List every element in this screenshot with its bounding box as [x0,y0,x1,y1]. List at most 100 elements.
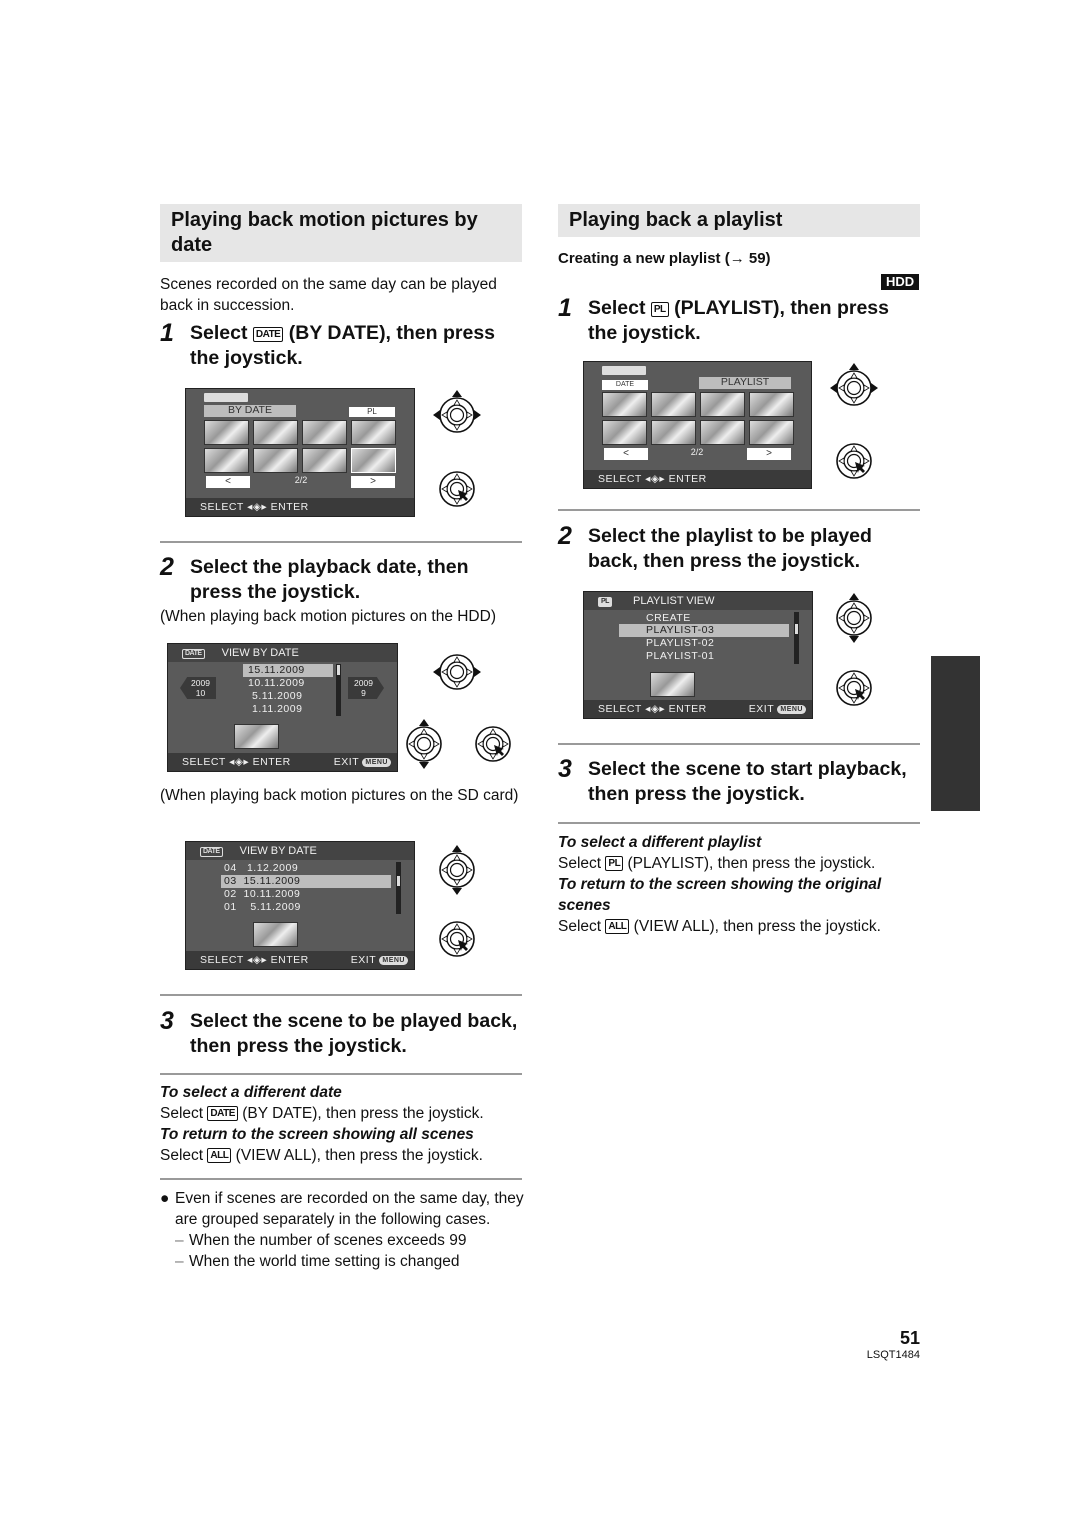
note-heading: To select a different playlist [558,834,762,851]
step-number: 2 [558,522,572,550]
step-text: Select the playlist to be played back, t… [588,525,872,572]
thumbnail[interactable] [651,420,696,445]
thumbnail[interactable] [700,392,745,417]
tab-playlist[interactable]: PLAYLIST [699,377,791,389]
divider [160,994,522,996]
view-all-icon: ALL [207,1148,232,1163]
lcd-screen-playlist-view: PL PLAYLIST VIEW CREATE PLAYLIST-03 PLAY… [583,591,813,719]
thumbnail[interactable] [204,448,249,473]
date-row[interactable]: 01 5.11.2009 [224,901,301,914]
divider [558,509,920,511]
thumbnail[interactable] [204,420,249,445]
notes-by-date: To select a different date Select DATE (… [160,1082,530,1166]
playlist-icon: PL [598,597,612,607]
thumbnail[interactable] [302,420,347,445]
mode-icons [602,366,646,375]
prev-page-button[interactable]: < [206,476,250,488]
dash-item: – When the number of scenes exceeds 99 [175,1232,467,1249]
date-row[interactable]: 04 1.12.2009 [224,862,298,875]
prev-month-button[interactable]: 2009 10 [180,677,216,699]
date-item[interactable]: 1.11.2009 [252,703,302,716]
page-indicator: 2/2 [690,447,704,457]
section-title-playlist: Playing back a playlist [558,204,920,237]
scrollbar[interactable] [396,862,401,914]
dash-item: – When the world time setting is changed [175,1253,460,1270]
joystick-press-icon [439,921,475,957]
step-text: Select [588,297,646,319]
thumbnail[interactable] [602,420,647,445]
lcd-status-bar: SELECT ◂◈▸ ENTER [584,470,811,488]
preview-thumbnail [650,672,695,697]
prev-page-button[interactable]: < [604,448,648,460]
joystick-press-icon [836,670,872,706]
playlist-item[interactable]: PLAYLIST-01 [646,650,714,663]
lcd-screen-view-by-date-hdd: DATE VIEW BY DATE 15.11.2009 10.11.2009 … [167,643,398,772]
lcd-title-bar: DATE VIEW BY DATE [186,842,414,860]
thumbnail-selected[interactable] [351,448,396,473]
date-item[interactable]: 5.11.2009 [252,690,302,703]
step-number: 3 [558,755,572,783]
intro-text: Scenes recorded on the same day can be p… [160,276,497,314]
lcd-status-bar: SELECT ◂◈▸ ENTER EXIT MENU [186,951,414,969]
lcd-status-bar: SELECT ◂◈▸ ENTER EXIT MENU [168,753,397,771]
mode-icons [204,393,248,402]
exit-button[interactable]: EXIT MENU [749,700,806,718]
tab-playlist[interactable]: PL [349,407,395,417]
date-item-selected[interactable]: 15.11.2009 [243,664,333,677]
date-icon: DATE [252,327,284,342]
divider [160,1073,522,1075]
date-icon: DATE [182,649,205,659]
next-page-button[interactable]: > [747,448,791,460]
lcd-title: PLAYLIST VIEW [633,595,715,607]
next-month-button[interactable]: 2009 9 [348,677,384,699]
playlist-icon: PL [605,856,624,871]
step-text: Select the scene to be played back, then… [190,1010,518,1057]
tab-by-date[interactable]: DATE [602,380,648,390]
joystick-up-down-icon [406,719,442,769]
thumbnail[interactable] [253,420,298,445]
divider [558,743,920,745]
joystick-left-right-up-icon [830,363,878,406]
note-text: Select DATE (BY DATE), then press the jo… [160,1105,484,1122]
note-heading: To select a different date [160,1084,342,1101]
thumbnail[interactable] [749,392,794,417]
step-number: 2 [160,553,174,581]
lcd-screen-view-by-date-sd: DATE VIEW BY DATE 04 1.12.2009 03 15.11.… [185,841,415,970]
thumbnail[interactable] [602,392,647,417]
document-code: LSQT1484 [866,1349,920,1361]
exit-button[interactable]: EXIT MENU [334,753,391,771]
next-page-button[interactable]: > [351,476,395,488]
playlist-item-selected[interactable]: PLAYLIST-03 [619,624,789,637]
lcd-title-bar: PL PLAYLIST VIEW [584,592,812,610]
thumbnail[interactable] [253,448,298,473]
joystick-up-down-icon [836,593,872,643]
lcd-title: VIEW BY DATE [221,647,299,659]
date-row-selected[interactable]: 03 15.11.2009 [221,875,391,888]
notes-playlist: To select a different playlist Select PL… [558,832,923,937]
joystick-press-icon [475,726,511,762]
playlist-item[interactable]: PLAYLIST-02 [646,637,714,650]
step-1-playlist: 1 Select PL (PLAYLIST), then press the j… [558,296,923,346]
page-indicator: 2/2 [294,475,308,485]
exit-button[interactable]: EXIT MENU [351,951,408,969]
date-item[interactable]: 10.11.2009 [248,677,305,690]
thumbnail[interactable] [651,392,696,417]
scrollbar[interactable] [336,664,341,716]
note-heading: To return to the screen showing the orig… [558,876,882,914]
note-text: Select ALL (VIEW ALL), then press the jo… [558,918,881,935]
chapter-side-tab [931,656,980,811]
thumbnail[interactable] [700,420,745,445]
scrollbar[interactable] [794,612,799,664]
lcd-screen-playlist-thumbnails: DATE PLAYLIST < 2/2 > SELECT ◂◈▸ ENTER [583,361,812,489]
bullet-icon: ● [160,1190,170,1207]
joystick-press-icon [439,471,475,507]
tab-by-date[interactable]: BY DATE [204,405,296,417]
thumbnail[interactable] [749,420,794,445]
lcd-title: VIEW BY DATE [239,845,317,857]
date-row[interactable]: 02 10.11.2009 [224,888,300,901]
lcd-status-bar: SELECT ◂◈▸ ENTER EXIT MENU [584,700,812,718]
note-text: Select ALL (VIEW ALL), then press the jo… [160,1147,483,1164]
thumbnail[interactable] [302,448,347,473]
hdd-badge: HDD [881,274,920,290]
thumbnail[interactable] [351,420,396,445]
